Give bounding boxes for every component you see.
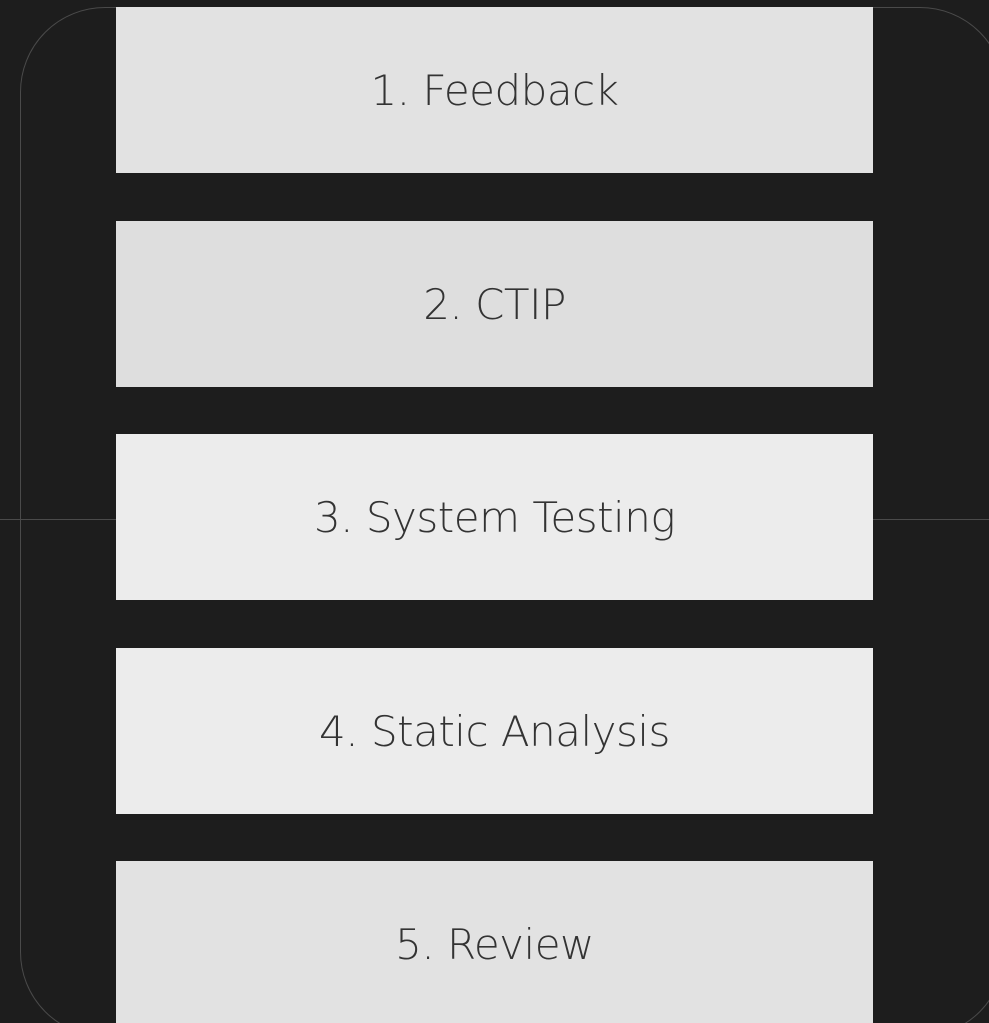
step-feedback: 1. Feedback [116,7,873,173]
connector-line-left [0,519,116,520]
step-label: 3. System Testing [313,492,676,542]
step-label: 2. CTIP [423,279,566,329]
step-label: 4. Static Analysis [319,706,670,756]
step-static-analysis: 4. Static Analysis [116,648,873,814]
connector-line-right [873,519,989,520]
step-label: 5. Review [395,919,594,969]
step-system-testing: 3. System Testing [116,434,873,600]
process-diagram: 1. Feedback 2. CTIP 3. System Testing 4.… [0,0,989,1023]
step-label: 1. Feedback [370,65,619,115]
step-review: 5. Review [116,861,873,1023]
step-ctip: 2. CTIP [116,221,873,387]
